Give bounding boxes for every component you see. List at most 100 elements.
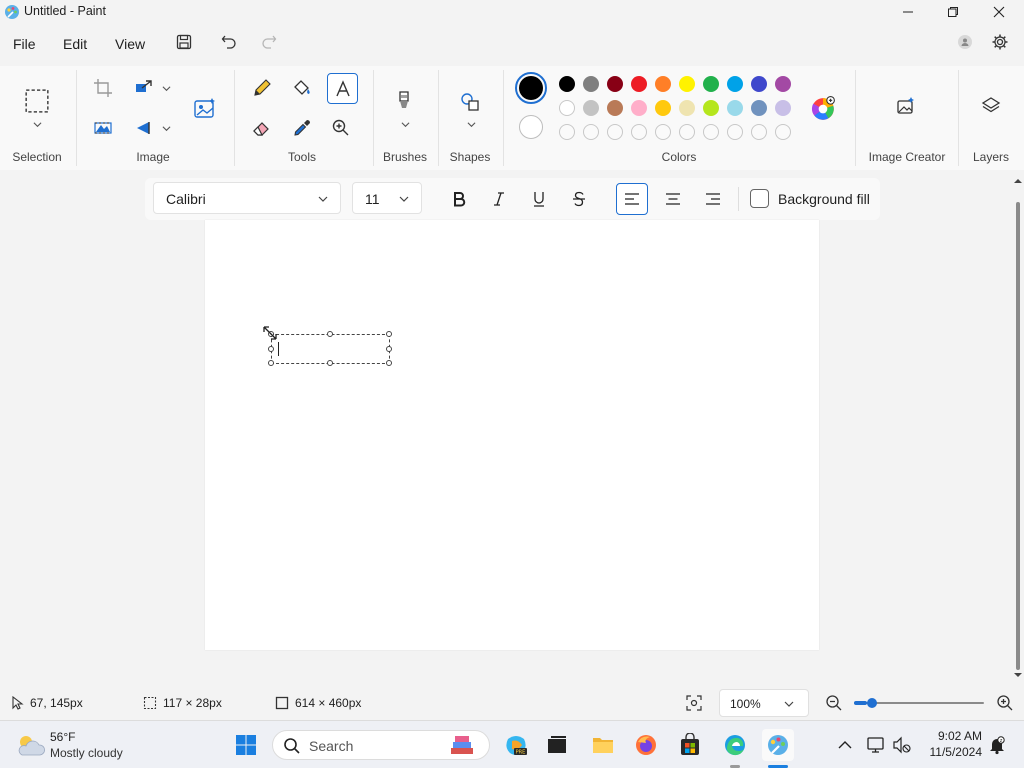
underline-button[interactable] — [523, 183, 555, 215]
text-button[interactable] — [327, 73, 358, 104]
volume-tray-button[interactable] — [892, 735, 912, 755]
resize-handle[interactable] — [386, 360, 392, 366]
start-button[interactable] — [230, 729, 262, 761]
selection-dropdown[interactable] — [31, 118, 43, 130]
redo-button[interactable] — [257, 30, 281, 54]
custom-color-slot[interactable] — [751, 124, 767, 140]
strikethrough-button[interactable] — [563, 183, 595, 215]
align-center-button[interactable] — [657, 183, 689, 215]
edit-colors-button[interactable] — [808, 94, 838, 124]
pencil-button[interactable] — [248, 74, 276, 102]
shapes-button[interactable] — [456, 88, 484, 116]
network-tray-button[interactable] — [866, 735, 886, 755]
resize-dropdown[interactable] — [160, 82, 172, 94]
fit-to-window-button[interactable] — [685, 694, 703, 712]
resize-handle[interactable] — [327, 331, 333, 337]
taskbar-app-task-view[interactable] — [541, 729, 573, 761]
magnifier-button[interactable] — [327, 114, 355, 142]
palette-color-swatch[interactable] — [703, 100, 719, 116]
bold-button[interactable] — [443, 183, 475, 215]
palette-color-swatch[interactable] — [559, 100, 575, 116]
settings-button[interactable] — [988, 30, 1012, 54]
zoom-out-button[interactable] — [825, 694, 843, 712]
minimize-button[interactable] — [885, 0, 931, 24]
font-family-select[interactable]: Calibri — [153, 182, 341, 214]
fill-button[interactable] — [288, 74, 316, 102]
selection-button[interactable] — [22, 86, 52, 116]
image-creator-button[interactable] — [892, 92, 920, 120]
taskbar-clock-time[interactable]: 9:02 AM — [924, 729, 982, 743]
remove-background-button[interactable] — [89, 114, 117, 142]
palette-color-swatch[interactable] — [751, 76, 767, 92]
custom-color-slot[interactable] — [607, 124, 623, 140]
flip-button[interactable] — [130, 114, 158, 142]
scroll-up-arrow-icon[interactable] — [1013, 176, 1023, 186]
taskbar-app-copilot-pre[interactable]: PRE — [500, 729, 532, 761]
resize-handle[interactable] — [386, 331, 392, 337]
custom-color-slot[interactable] — [583, 124, 599, 140]
palette-color-swatch[interactable] — [727, 76, 743, 92]
weather-widget[interactable]: 56°F Mostly cloudy — [14, 727, 164, 763]
custom-color-slot[interactable] — [703, 124, 719, 140]
image-generate-button[interactable] — [190, 94, 220, 124]
palette-color-swatch[interactable] — [775, 100, 791, 116]
secondary-color-swatch[interactable] — [519, 115, 543, 139]
palette-color-swatch[interactable] — [583, 76, 599, 92]
taskbar-app-paint[interactable] — [762, 729, 794, 761]
taskbar-search-box[interactable]: Search — [272, 730, 490, 760]
zoom-slider[interactable] — [854, 696, 984, 710]
palette-color-swatch[interactable] — [703, 76, 719, 92]
menu-view[interactable]: View — [115, 36, 145, 52]
show-hidden-icons-button[interactable] — [836, 736, 854, 754]
save-button[interactable] — [172, 30, 196, 54]
font-size-select[interactable]: 11 — [352, 182, 422, 214]
zoom-slider-thumb[interactable] — [867, 698, 877, 708]
restore-button[interactable] — [930, 0, 976, 24]
custom-color-slot[interactable] — [727, 124, 743, 140]
zoom-select[interactable]: 100% — [719, 689, 809, 717]
zoom-in-button[interactable] — [996, 694, 1014, 712]
palette-color-swatch[interactable] — [559, 76, 575, 92]
align-right-button[interactable] — [697, 183, 729, 215]
resize-handle[interactable] — [268, 360, 274, 366]
undo-button[interactable] — [217, 30, 241, 54]
menu-file[interactable]: File — [13, 36, 36, 52]
resize-handle[interactable] — [268, 346, 274, 352]
palette-color-swatch[interactable] — [679, 100, 695, 116]
brushes-button[interactable] — [390, 86, 418, 114]
flip-dropdown[interactable] — [160, 122, 172, 134]
custom-color-slot[interactable] — [679, 124, 695, 140]
custom-color-slot[interactable] — [775, 124, 791, 140]
crop-button[interactable] — [89, 74, 117, 102]
palette-color-swatch[interactable] — [751, 100, 767, 116]
drawing-canvas[interactable] — [205, 220, 819, 650]
color-picker-button[interactable] — [288, 114, 316, 142]
text-box-selection[interactable] — [268, 331, 392, 366]
palette-color-swatch[interactable] — [631, 76, 647, 92]
background-fill-checkbox[interactable] — [750, 189, 769, 208]
palette-color-swatch[interactable] — [679, 76, 695, 92]
scrollbar-thumb[interactable] — [1016, 202, 1020, 670]
palette-color-swatch[interactable] — [607, 100, 623, 116]
taskbar-app-edge[interactable] — [719, 729, 751, 761]
notifications-button[interactable]: z — [987, 735, 1007, 755]
shapes-dropdown[interactable] — [465, 118, 477, 130]
vertical-scrollbar[interactable] — [1013, 176, 1023, 680]
resize-handle[interactable] — [386, 346, 392, 352]
palette-color-swatch[interactable] — [727, 100, 743, 116]
palette-color-swatch[interactable] — [607, 76, 623, 92]
taskbar-clock-date[interactable]: 11/5/2024 — [918, 745, 983, 759]
taskbar-app-firefox[interactable] — [630, 729, 662, 761]
resize-button[interactable] — [130, 74, 158, 102]
custom-color-slot[interactable] — [559, 124, 575, 140]
palette-color-swatch[interactable] — [655, 100, 671, 116]
primary-color-slot[interactable] — [515, 72, 547, 104]
layers-button[interactable] — [977, 92, 1005, 120]
close-button[interactable] — [976, 0, 1022, 24]
align-left-button[interactable] — [616, 183, 648, 215]
taskbar-app-store[interactable] — [674, 729, 706, 761]
palette-color-swatch[interactable] — [631, 100, 647, 116]
palette-color-swatch[interactable] — [775, 76, 791, 92]
eraser-button[interactable] — [248, 114, 276, 142]
palette-color-swatch[interactable] — [583, 100, 599, 116]
